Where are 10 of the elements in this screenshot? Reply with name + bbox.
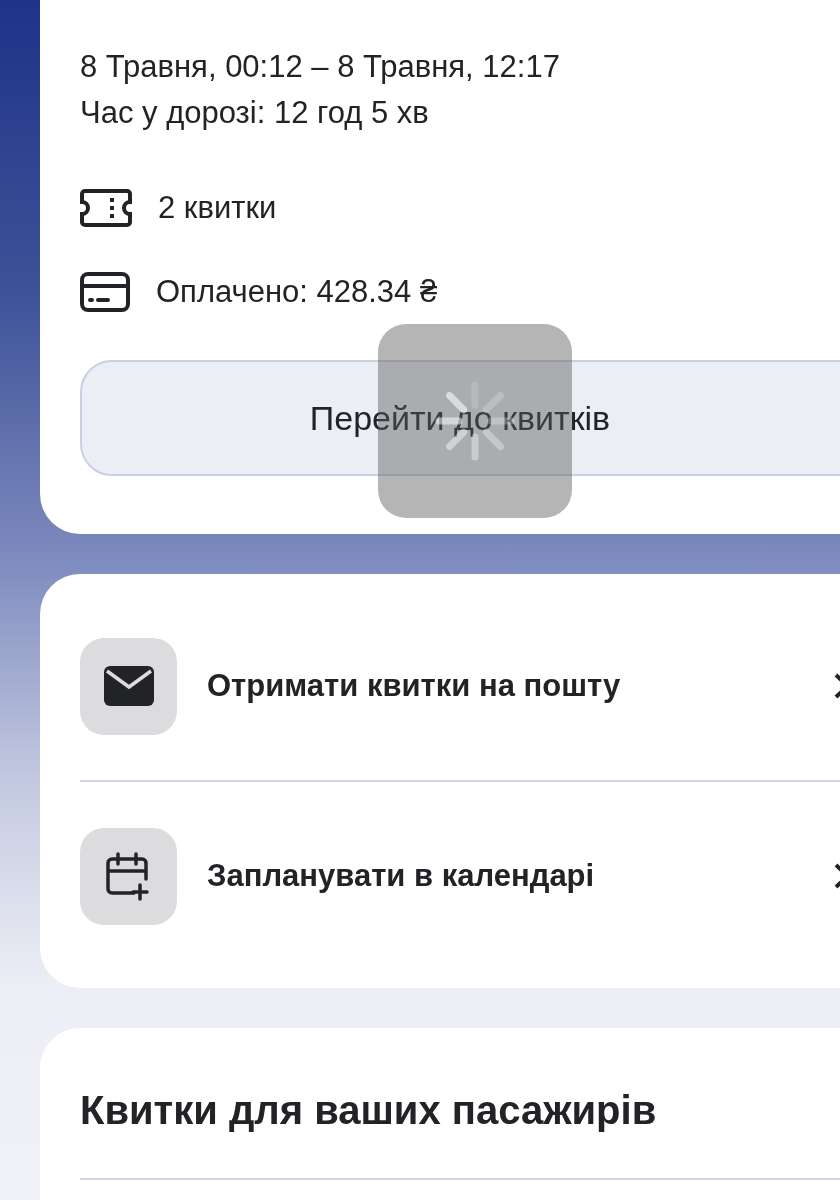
- trip-time-range: 8 Травня, 00:12 – 8 Травня, 12:17: [80, 48, 561, 86]
- payment-card-icon: [80, 272, 130, 312]
- payment-text: Оплачено: 428.34 ₴: [156, 273, 438, 311]
- ticket-count: 2 квитки: [158, 189, 277, 227]
- mail-icon: [103, 666, 154, 706]
- action-label[interactable]: Запланувати в календарі: [207, 858, 595, 894]
- ticket-icon: [80, 188, 132, 228]
- action-label[interactable]: Отримати квитки на пошту: [207, 668, 621, 704]
- section-title: Квитки для ваших пасажирів: [80, 1028, 840, 1180]
- trip-duration: Час у дорозі: 12 год 5 хв: [80, 94, 430, 132]
